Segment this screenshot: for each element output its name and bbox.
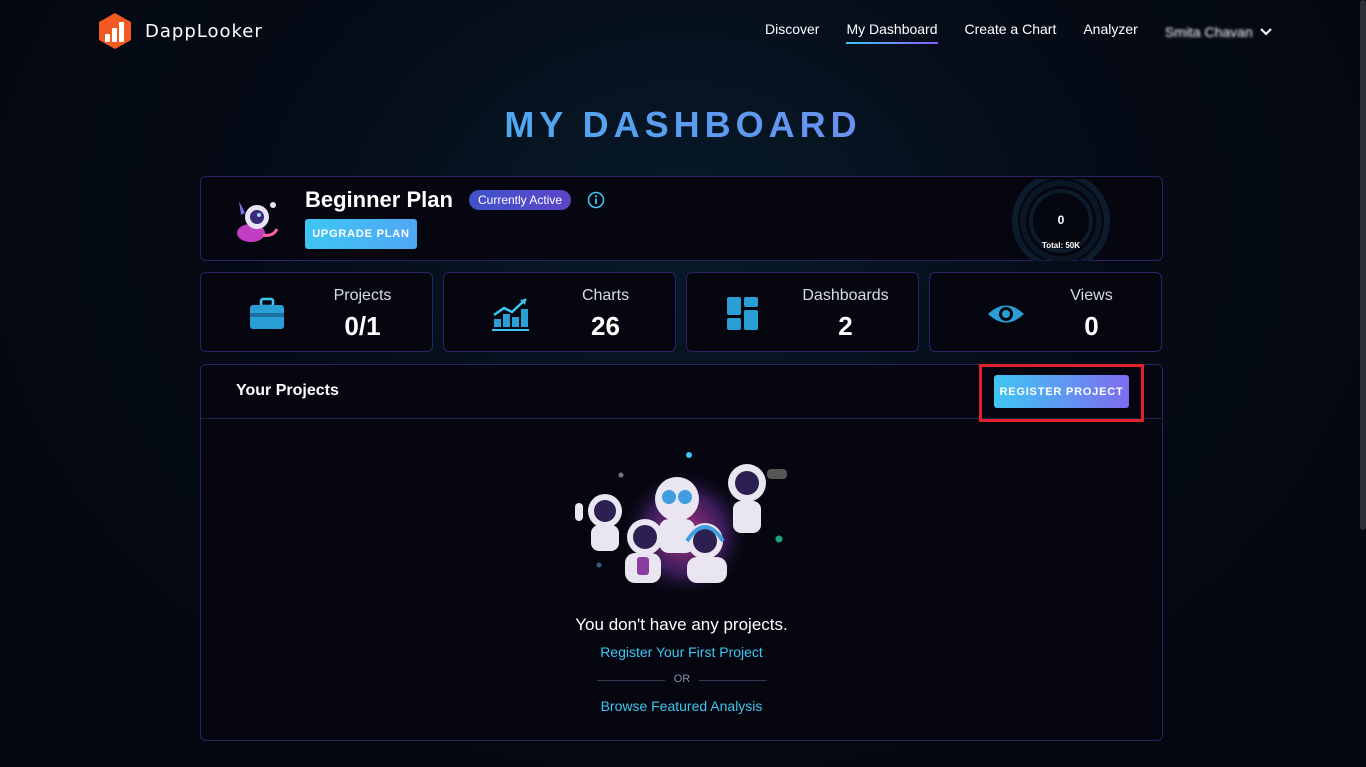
projects-title: Your Projects	[236, 382, 339, 399]
user-menu[interactable]: Smita Chavan	[1165, 24, 1273, 40]
stat-value-projects: 0/1	[344, 311, 381, 341]
stat-value-dashboards: 2	[838, 311, 853, 341]
nav-analyzer[interactable]: Analyzer	[1083, 21, 1137, 43]
top-navbar: DappLooker Discover My Dashboard Create …	[0, 0, 1366, 62]
usage-value: 0	[1057, 213, 1065, 227]
status-badge: Currently Active	[469, 190, 572, 210]
astronauts-illustration	[575, 452, 787, 591]
info-icon[interactable]	[587, 191, 605, 209]
stat-label-charts: Charts	[581, 287, 630, 304]
upgrade-plan-button[interactable]: UPGRADE PLAN	[305, 219, 417, 249]
or-divider: OR	[597, 672, 767, 688]
plan-name: Beginner Plan	[305, 187, 453, 212]
plan-card: Beginner Plan Currently Active UPGRADE P…	[200, 176, 1163, 261]
stat-card-charts: Charts 26	[443, 272, 676, 352]
page-title: MY DASHBOARD	[0, 104, 1366, 146]
dapplooker-logo-icon	[99, 13, 131, 49]
or-text: OR	[673, 673, 691, 685]
register-project-button[interactable]: REGISTER PROJECT	[994, 375, 1129, 408]
stat-card-views: Views 0	[929, 272, 1162, 352]
nav-discover[interactable]: Discover	[765, 21, 819, 43]
register-first-project-link[interactable]: Register Your First Project	[201, 644, 1162, 660]
chevron-down-icon	[1260, 28, 1272, 36]
divider-line	[699, 680, 767, 681]
brand-name: DappLooker	[145, 20, 263, 42]
browse-featured-analysis-link[interactable]: Browse Featured Analysis	[201, 698, 1162, 714]
astronaut-rocket-icon	[237, 201, 279, 242]
empty-state-message: You don't have any projects.	[575, 615, 788, 634]
projects-panel: Your Projects REGISTER PROJECT You don't…	[200, 364, 1163, 741]
main-nav: Discover My Dashboard Create a Chart Ana…	[765, 21, 1273, 44]
stat-value-charts: 26	[591, 311, 620, 341]
brand-logo[interactable]: DappLooker	[97, 12, 263, 50]
stat-label-dashboards: Dashboards	[802, 287, 889, 304]
stat-value-views: 0	[1084, 311, 1099, 341]
stat-card-projects: Projects 0/1	[200, 272, 433, 352]
projects-header: Your Projects REGISTER PROJECT	[201, 364, 1162, 422]
stat-label-projects: Projects	[333, 287, 392, 304]
page-scrollbar[interactable]	[1360, 0, 1366, 530]
user-name: Smita Chavan	[1164, 24, 1253, 40]
nav-create-chart[interactable]: Create a Chart	[965, 21, 1057, 43]
nav-my-dashboard[interactable]: My Dashboard	[846, 21, 938, 44]
usage-total: Total: 50K	[1041, 241, 1081, 250]
stat-label-views: Views	[1070, 287, 1113, 304]
stat-card-dashboards: Dashboards 2	[686, 272, 919, 352]
